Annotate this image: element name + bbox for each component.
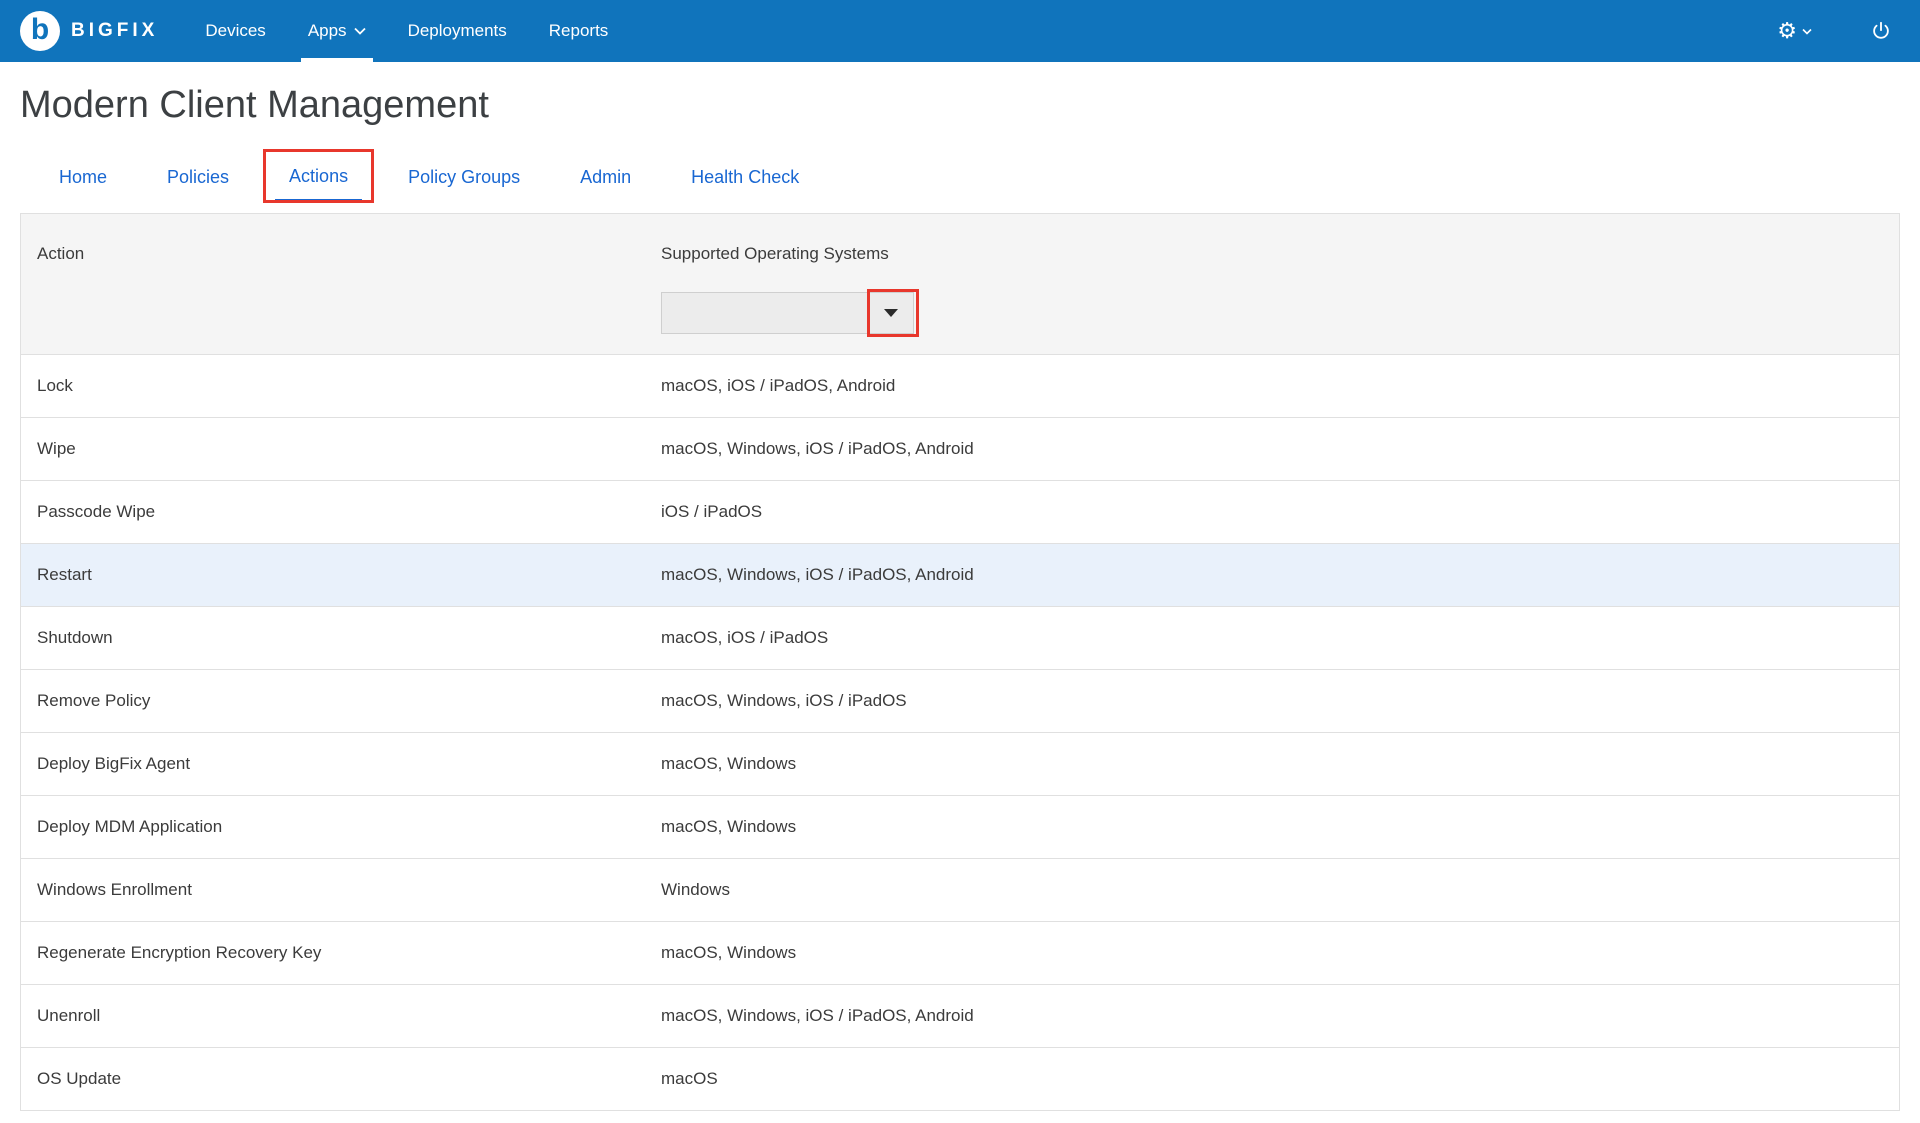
table-row-remove-policy[interactable]: Remove Policy macOS, Windows, iOS / iPad… — [21, 669, 1899, 732]
action-cell: Lock — [21, 376, 661, 396]
actions-table: Action Supported Operating Systems Lock … — [20, 213, 1900, 1111]
table-row-restart[interactable]: Restart macOS, Windows, iOS / iPadOS, An… — [21, 543, 1899, 606]
action-cell: Passcode Wipe — [21, 502, 661, 522]
table-row-lock[interactable]: Lock macOS, iOS / iPadOS, Android — [21, 354, 1899, 417]
os-cell: macOS, Windows, iOS / iPadOS, Android — [661, 439, 1899, 459]
os-cell: macOS, Windows, iOS / iPadOS, Android — [661, 565, 1899, 585]
action-cell: Remove Policy — [21, 691, 661, 711]
table-row-os-update[interactable]: OS Update macOS — [21, 1047, 1899, 1110]
os-cell: macOS, iOS / iPadOS — [661, 628, 1899, 648]
action-cell: Deploy MDM Application — [21, 817, 661, 837]
nav-item-devices[interactable]: Devices — [184, 0, 286, 62]
power-icon — [1870, 20, 1892, 42]
os-cell: macOS, Windows, iOS / iPadOS, Android — [661, 1006, 1899, 1026]
tab-policy-groups[interactable]: Policy Groups — [394, 153, 534, 201]
action-cell: Deploy BigFix Agent — [21, 754, 661, 774]
nav-item-label: Apps — [308, 21, 347, 41]
nav-item-deployments[interactable]: Deployments — [387, 0, 528, 62]
tab-bar: Home Policies Actions Policy Groups Admi… — [45, 153, 1920, 201]
brand-text: BIGFIX — [71, 20, 158, 42]
logout-power-button[interactable] — [1870, 20, 1892, 42]
bigfix-logo-icon: b — [20, 11, 60, 51]
settings-menu-button[interactable]: ⚙ — [1777, 20, 1812, 42]
action-cell: Shutdown — [21, 628, 661, 648]
column-header-os: Supported Operating Systems — [661, 244, 889, 264]
main-nav: Devices Apps Deployments Reports — [184, 0, 629, 62]
table-row-wipe[interactable]: Wipe macOS, Windows, iOS / iPadOS, Andro… — [21, 417, 1899, 480]
chevron-down-icon — [354, 27, 366, 35]
action-cell: Wipe — [21, 439, 661, 459]
os-cell: macOS, Windows, iOS / iPadOS — [661, 691, 1899, 711]
os-cell: macOS, Windows — [661, 754, 1899, 774]
os-cell: Windows — [661, 880, 1899, 900]
nav-item-label: Devices — [205, 21, 265, 41]
os-cell: macOS, Windows — [661, 943, 1899, 963]
chevron-down-icon — [1802, 28, 1812, 35]
top-navbar: b BIGFIX Devices Apps Deployments Report… — [0, 0, 1920, 62]
page-title: Modern Client Management — [20, 84, 1920, 127]
bigfix-brand[interactable]: b BIGFIX — [20, 11, 158, 51]
os-cell: macOS, iOS / iPadOS, Android — [661, 376, 1899, 396]
os-cell: macOS — [661, 1069, 1899, 1089]
os-cell: iOS / iPadOS — [661, 502, 1899, 522]
action-cell: OS Update — [21, 1069, 661, 1089]
dropdown-arrow-icon — [884, 309, 898, 317]
table-header: Action Supported Operating Systems — [21, 214, 1899, 354]
nav-item-label: Deployments — [408, 21, 507, 41]
tab-actions[interactable]: Actions — [275, 153, 362, 201]
table-row-deploy-bigfix-agent[interactable]: Deploy BigFix Agent macOS, Windows — [21, 732, 1899, 795]
table-row-deploy-mdm-application[interactable]: Deploy MDM Application macOS, Windows — [21, 795, 1899, 858]
nav-item-label: Reports — [549, 21, 609, 41]
tab-admin[interactable]: Admin — [566, 153, 645, 201]
navbar-right-icons: ⚙ — [1777, 20, 1892, 42]
action-cell: Unenroll — [21, 1006, 661, 1026]
action-cell: Restart — [21, 565, 661, 585]
nav-item-reports[interactable]: Reports — [528, 0, 630, 62]
table-row-unenroll[interactable]: Unenroll macOS, Windows, iOS / iPadOS, A… — [21, 984, 1899, 1047]
action-cell: Windows Enrollment — [21, 880, 661, 900]
column-header-action: Action — [37, 244, 84, 264]
nav-item-apps[interactable]: Apps — [287, 0, 387, 62]
tab-home[interactable]: Home — [45, 153, 121, 201]
tab-policies[interactable]: Policies — [153, 153, 243, 201]
table-row-shutdown[interactable]: Shutdown macOS, iOS / iPadOS — [21, 606, 1899, 669]
tab-label: Actions — [289, 166, 348, 187]
table-row-regenerate-encryption-recovery-key[interactable]: Regenerate Encryption Recovery Key macOS… — [21, 921, 1899, 984]
tab-health-check[interactable]: Health Check — [677, 153, 813, 201]
gear-icon: ⚙ — [1777, 20, 1797, 42]
table-row-passcode-wipe[interactable]: Passcode Wipe iOS / iPadOS — [21, 480, 1899, 543]
os-filter-select[interactable] — [661, 292, 914, 334]
os-filter-dropdown-button[interactable] — [869, 293, 913, 333]
table-row-windows-enrollment[interactable]: Windows Enrollment Windows — [21, 858, 1899, 921]
action-cell: Regenerate Encryption Recovery Key — [21, 943, 661, 963]
os-cell: macOS, Windows — [661, 817, 1899, 837]
